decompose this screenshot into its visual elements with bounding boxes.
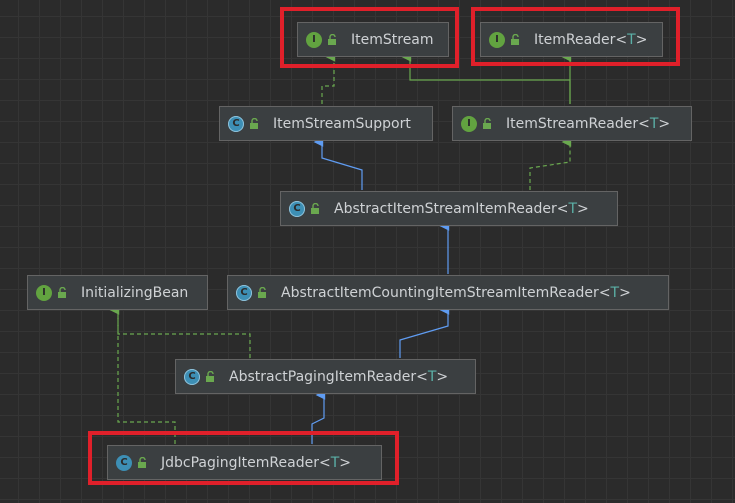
type-param-close: > <box>577 200 589 217</box>
node-abstract-item-stream-item-reader[interactable]: C AbstractItemStreamItemReader < T > <box>280 191 618 226</box>
type-param-open: < <box>598 284 611 301</box>
interface-icon: I <box>306 31 322 48</box>
node-label: AbstractItemCountingItemStreamItemReader <box>281 284 599 301</box>
node-abstract-paging-item-reader[interactable]: C AbstractPagingItemReader < T > <box>175 359 476 394</box>
type-param: T <box>330 454 340 471</box>
abstract-class-icon: C <box>289 200 305 217</box>
type-param-open: < <box>416 368 428 385</box>
interface-icon: I <box>489 31 505 48</box>
type-param-open: < <box>615 31 628 48</box>
node-label: ItemStreamReader <box>506 115 639 132</box>
lock-open-icon <box>58 286 66 298</box>
node-item-stream[interactable]: I ItemStream <box>297 22 449 57</box>
type-param-close: > <box>436 368 449 385</box>
type-param: T <box>649 115 659 132</box>
inheritance-edges <box>109 52 572 444</box>
type-param-close: > <box>619 284 631 301</box>
edge-jdbcpaging-initializingbean <box>117 310 176 444</box>
node-abstract-item-counting-item-stream-item-reader[interactable]: C AbstractItemCountingItemStreamItemRead… <box>227 275 669 310</box>
edge-abstractitemstreamitemreader-itemstreamreader <box>529 137 572 190</box>
edge-abstractitemstreamitemreader-itemstreamsupport <box>313 137 363 190</box>
class-icon: C <box>116 454 132 471</box>
edge-itemstreamsupport-itemstream <box>321 52 336 104</box>
node-item-stream-reader[interactable]: I ItemStreamReader < T > <box>452 106 692 141</box>
type-param-open: < <box>638 115 650 132</box>
type-param: T <box>627 31 636 48</box>
abstract-class-icon: C <box>236 284 252 301</box>
node-initializing-bean[interactable]: I InitializingBean <box>27 275 208 310</box>
node-jdbc-paging-item-reader[interactable]: C JdbcPagingItemReader < T > <box>107 445 382 480</box>
node-label: ItemStreamSupport <box>273 115 411 132</box>
node-item-reader[interactable]: I ItemReader < T > <box>480 22 663 57</box>
lock-open-icon <box>250 117 258 129</box>
type-param: T <box>610 284 620 301</box>
node-label: JdbcPagingItemReader <box>161 454 319 471</box>
abstract-class-icon: C <box>184 368 200 385</box>
node-item-stream-support[interactable]: C ItemStreamSupport <box>219 106 433 141</box>
edge-abstractpaging-abstractitemcounting <box>399 305 450 358</box>
edge-itemstreamreader-itemstream <box>401 52 571 104</box>
edge-abstractpaging-initializingbean <box>109 305 251 358</box>
lock-open-icon <box>328 33 336 45</box>
lock-open-icon <box>511 33 519 45</box>
node-label: ItemStream <box>351 31 434 48</box>
type-param-open: < <box>318 454 331 471</box>
interface-icon: I <box>461 115 477 132</box>
lock-open-icon <box>138 456 146 468</box>
node-label: AbstractPagingItemReader <box>229 368 417 385</box>
lock-open-icon <box>258 286 266 298</box>
node-label: InitializingBean <box>81 284 189 301</box>
abstract-class-icon: C <box>228 115 244 132</box>
type-param: T <box>568 200 578 217</box>
type-param-close: > <box>658 115 671 132</box>
lock-open-icon <box>206 370 214 382</box>
edge-jdbcpaging-abstractpaging <box>311 390 326 444</box>
lock-open-icon <box>311 202 319 214</box>
node-label: ItemReader <box>534 31 616 48</box>
type-param: T <box>427 368 437 385</box>
interface-icon: I <box>36 284 52 301</box>
type-param-open: < <box>556 200 569 217</box>
node-label: AbstractItemStreamItemReader <box>334 200 557 217</box>
type-param-close: > <box>635 31 648 48</box>
lock-open-icon <box>483 117 491 129</box>
type-param-close: > <box>339 454 351 471</box>
